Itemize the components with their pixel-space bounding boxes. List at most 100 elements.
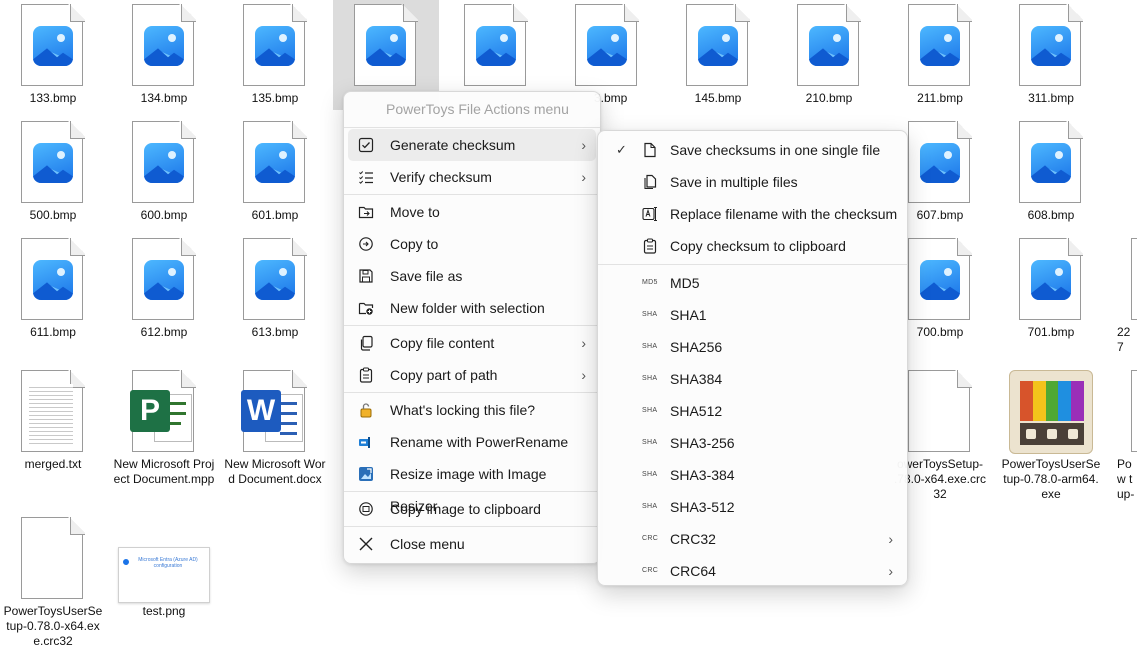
menu-item-generate-checksum[interactable]: Generate checksum ›	[348, 129, 596, 161]
bitmap-file-icon	[354, 4, 418, 88]
file-item[interactable]: 227	[1109, 234, 1137, 355]
file-name: New Microsoft Word Document.docx	[224, 457, 326, 486]
file-name: 133.bmp	[29, 91, 77, 105]
submenu-item-single-file[interactable]: ✓ Save checksums in one single file	[602, 134, 903, 166]
sha-tag-icon: SHA	[642, 503, 658, 510]
menu-item-copy-to[interactable]: Copy to	[348, 228, 596, 260]
file-name: New Microsoft Project Document.mpp	[113, 457, 215, 486]
file-item[interactable]: 600.bmp	[111, 117, 217, 223]
file-item[interactable]: 135.bmp	[222, 0, 328, 106]
menu-item-copy-file-content[interactable]: Copy file content ›	[348, 327, 596, 359]
file-name: 601.bmp	[251, 208, 299, 222]
file-item[interactable]: 211.bmp	[887, 0, 993, 106]
file-name: PowerToysUserSetup-0.78.0-x64.exe.crc32	[3, 604, 103, 648]
algorithm-sha1[interactable]: SHA SHA1	[602, 299, 903, 331]
bitmap-file-icon	[908, 121, 972, 205]
submenu-item-copy-checksum[interactable]: Copy checksum to clipboard	[602, 230, 903, 262]
bitmap-file-icon	[1019, 121, 1083, 205]
menu-item-image-resizer[interactable]: Resize image with Image Resizer	[348, 458, 596, 514]
file-name: 211.bmp	[917, 91, 963, 105]
bitmap-file-icon	[464, 4, 528, 88]
file-item[interactable]: 608.bmp	[998, 117, 1104, 223]
menu-item-save-file-as[interactable]: Save file as	[348, 260, 596, 292]
text-file-icon	[21, 370, 85, 454]
file-item[interactable]: P New Microsoft Project Document.mpp	[111, 366, 217, 487]
algorithm-sha3-384[interactable]: SHA SHA3-384	[602, 459, 903, 491]
file-name: 227	[1117, 325, 1131, 354]
file-name: 608.bmp	[1027, 208, 1075, 222]
algorithm-sha384[interactable]: SHA SHA384	[602, 363, 903, 395]
file-item[interactable]: 611.bmp	[0, 234, 106, 340]
file-item[interactable]: 601.bmp	[222, 117, 328, 223]
generate-checksum-submenu: ✓ Save checksums in one single file Save…	[597, 130, 908, 586]
algorithm-sha256[interactable]: SHA SHA256	[602, 331, 903, 363]
file-item[interactable]: W New Microsoft Word Document.docx	[222, 366, 328, 487]
algorithm-sha3-512[interactable]: SHA SHA3-512	[602, 491, 903, 523]
menu-item-whats-locking[interactable]: What's locking this file?	[348, 394, 596, 426]
file-name: merged.txt	[24, 457, 82, 471]
submenu-item-multiple-files[interactable]: Save in multiple files	[602, 166, 903, 198]
files-icon	[642, 174, 658, 190]
bitmap-file-icon	[132, 121, 196, 205]
algorithm-crc32[interactable]: CRC CRC32 ›	[602, 523, 903, 555]
bitmap-file-icon	[908, 238, 972, 322]
checkmark-icon: ✓	[616, 142, 627, 157]
file-item[interactable]: 133.bmp	[0, 0, 106, 106]
sha-tag-icon: SHA	[642, 439, 658, 446]
menu-item-powerrename[interactable]: Rename with PowerRename	[348, 426, 596, 458]
menu-item-close-menu[interactable]: Close menu	[348, 528, 596, 560]
algorithm-md5[interactable]: MD5 MD5	[602, 267, 903, 299]
copy-image-icon	[358, 501, 374, 517]
image-resizer-icon	[358, 466, 374, 482]
bitmap-file-icon	[132, 4, 196, 88]
folder-move-icon	[358, 204, 374, 220]
algorithm-crc64[interactable]: CRC CRC64 ›	[602, 555, 903, 587]
rename-icon	[642, 206, 658, 222]
file-item[interactable]: 134.bmp	[111, 0, 217, 106]
file-item[interactable]	[443, 0, 549, 88]
file-name: 613.bmp	[251, 325, 299, 339]
menu-item-copy-image[interactable]: Copy image to clipboard	[348, 493, 596, 525]
file-item[interactable]: 500.bmp	[0, 117, 106, 223]
file-item[interactable]: 613.bmp	[222, 234, 328, 340]
file-item[interactable]: 210.bmp	[776, 0, 882, 106]
word-file-icon: W	[241, 370, 307, 454]
checklist-icon	[358, 169, 374, 185]
save-icon	[358, 268, 374, 284]
file-name: 145.bmp	[694, 91, 742, 105]
file-item[interactable]: 701.bmp	[998, 234, 1104, 340]
file-item[interactable]: Microsoft Entra (Azure AD) configuration…	[111, 513, 217, 619]
menu-item-verify-checksum[interactable]: Verify checksum ›	[348, 161, 596, 193]
algorithm-sha3-256[interactable]: SHA SHA3-256	[602, 427, 903, 459]
file-name: 600.bmp	[140, 208, 188, 222]
chevron-right-icon: ›	[581, 367, 586, 383]
file-item[interactable]: PowerToysUserSetup-0.78.0-arm64.exe	[998, 366, 1104, 502]
menu-item-copy-part-of-path[interactable]: Copy part of path ›	[348, 359, 596, 391]
bitmap-file-icon	[243, 4, 307, 88]
menu-item-move-to[interactable]: Move to	[348, 196, 596, 228]
chevron-right-icon: ›	[581, 137, 586, 153]
file-name: 210.bmp	[805, 91, 853, 105]
file-item[interactable]: 311.bmp	[998, 0, 1104, 106]
copy-to-icon	[358, 236, 374, 252]
bitmap-file-icon	[1019, 238, 1083, 322]
submenu-item-replace-filename[interactable]: Replace filename with the checksum	[602, 198, 903, 230]
copy-icon	[358, 335, 374, 351]
file-item[interactable]: Pow tup-	[1109, 366, 1137, 502]
chevron-right-icon: ›	[581, 169, 586, 185]
lock-icon	[358, 402, 374, 418]
clipboard-icon	[642, 238, 658, 254]
md5-tag-icon: MD5	[642, 279, 658, 286]
file-item[interactable]: merged.txt	[0, 366, 106, 472]
clipboard-icon	[358, 367, 374, 383]
file-item[interactable]: 612.bmp	[111, 234, 217, 340]
project-file-icon: P	[130, 370, 196, 454]
close-icon	[358, 536, 374, 552]
menu-item-new-folder-with-selection[interactable]: New folder with selection	[348, 292, 596, 324]
file-item[interactable]: 145.bmp	[665, 0, 771, 106]
chevron-right-icon: ›	[581, 335, 586, 351]
file-item[interactable]: PowerToysUserSetup-0.78.0-x64.exe.crc32	[0, 513, 106, 649]
algorithm-sha512[interactable]: SHA SHA512	[602, 395, 903, 427]
file-actions-menu: PowerToys File Actions menu Generate che…	[343, 91, 601, 564]
bitmap-file-icon	[21, 238, 85, 322]
